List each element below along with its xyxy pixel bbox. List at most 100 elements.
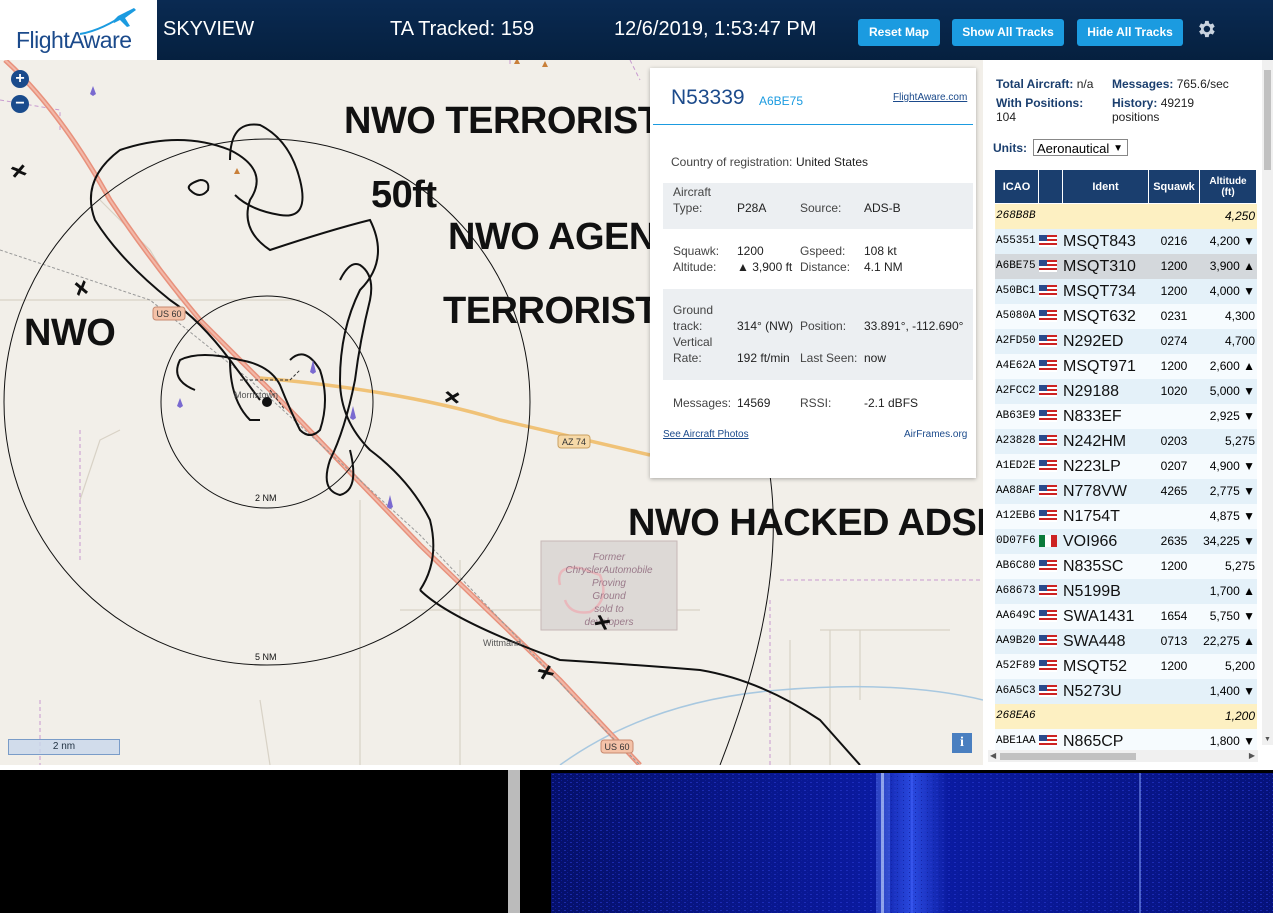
table-row[interactable]: AB6C80 N835SC 1200 5,275 — [995, 554, 1257, 579]
table-cell-flag — [1039, 454, 1059, 479]
road-shield-az74: AZ 74 — [562, 437, 586, 447]
flightaware-logo[interactable]: FlightAware — [0, 0, 157, 60]
table-row[interactable]: A23828 N242HM 0203 5,275 — [995, 429, 1257, 454]
col-header-flag[interactable] — [1039, 170, 1063, 203]
messages-stat: Messages: 765.6/sec — [1112, 77, 1229, 91]
panel-divider[interactable] — [508, 770, 520, 913]
table-cell-ident: MSQT971 — [1063, 358, 1136, 375]
table-cell-altitude: 2,775 ▼ — [1209, 484, 1255, 498]
table-row[interactable]: 268EA6 1,200 — [995, 704, 1257, 729]
table-cell-flag — [1039, 604, 1059, 629]
table-cell-flag — [1039, 304, 1059, 329]
table-cell-flag — [1039, 579, 1059, 604]
table-cell-squawk: 1200 — [1160, 659, 1188, 673]
range-ring-label-5nm: 5 NM — [255, 652, 277, 662]
map-info-button[interactable]: i — [952, 733, 972, 753]
zoom-out-button[interactable]: − — [11, 95, 29, 113]
table-cell-squawk: 2635 — [1160, 534, 1188, 548]
horizontal-scroll-thumb[interactable] — [1000, 753, 1136, 760]
us-flag-icon — [1039, 585, 1057, 597]
table-row[interactable]: AA9B20 SWA448 0713 22,275 ▲ — [995, 629, 1257, 654]
table-cell-icao: A2FD50 — [996, 335, 1036, 347]
table-row[interactable]: AB63E9 N833EF 2,925 ▼ — [995, 404, 1257, 429]
table-row[interactable]: 0D07F6 VOI966 2635 34,225 ▼ — [995, 529, 1257, 554]
table-row[interactable]: A52F89 MSQT52 1200 5,200 — [995, 654, 1257, 679]
units-select[interactable]: Aeronautical ▼ — [1033, 139, 1128, 156]
table-cell-altitude: 4,700 — [1224, 334, 1255, 348]
table-cell-squawk: 1200 — [1160, 559, 1188, 573]
table-cell-altitude: 5,000 ▼ — [1209, 384, 1255, 398]
table-row[interactable]: 268B8B 4,250 — [995, 204, 1257, 229]
gspeed-value: 108 kt — [864, 244, 897, 258]
total-aircraft-label: Total Aircraft: — [996, 77, 1074, 91]
table-cell-squawk: 0216 — [1160, 234, 1188, 248]
scroll-left-icon[interactable]: ◀ — [990, 751, 996, 760]
us-flag-icon — [1039, 485, 1057, 497]
table-row[interactable]: A50BC1 MSQT734 1200 4,000 ▼ — [995, 279, 1257, 304]
hide-all-tracks-button[interactable]: Hide All Tracks — [1077, 19, 1183, 46]
type-label-line1: Aircraft — [673, 185, 712, 199]
table-row[interactable]: AA88AF N778VW 4265 2,775 ▼ — [995, 479, 1257, 504]
table-cell-icao: AA9B20 — [996, 635, 1036, 647]
aircraft-photos-link[interactable]: See Aircraft Photos — [663, 429, 749, 440]
gear-icon[interactable] — [1195, 18, 1217, 40]
col-header-squawk[interactable]: Squawk — [1149, 170, 1200, 203]
history-label: History: — [1112, 96, 1158, 110]
col-header-altitude[interactable]: Altitude (ft) — [1200, 170, 1257, 203]
scroll-right-icon[interactable]: ▶ — [1249, 751, 1255, 760]
table-cell-ident: MSQT632 — [1063, 308, 1136, 325]
table-row[interactable]: A4E62A MSQT971 1200 2,600 ▲ — [995, 354, 1257, 379]
squawk-label: Squawk: — [673, 244, 720, 258]
table-row[interactable]: A55351 MSQT843 0216 4,200 ▼ — [995, 229, 1257, 254]
table-row[interactable]: A12EB6 N1754T 4,875 ▼ — [995, 504, 1257, 529]
total-aircraft-value: n/a — [1076, 77, 1094, 91]
svg-text:ChryslerAutomobile: ChryslerAutomobile — [565, 565, 653, 576]
table-row[interactable]: A68673 N5199B 1,700 ▲ — [995, 579, 1257, 604]
messages-value: 14569 — [737, 396, 771, 410]
table-cell-ident: SWA448 — [1063, 633, 1126, 650]
table-cell-squawk: 1020 — [1160, 384, 1188, 398]
overlay-annotation-2: 50ft — [371, 174, 437, 216]
table-row[interactable]: AA649C SWA1431 1654 5,750 ▼ — [995, 604, 1257, 629]
track-label-line1: Ground — [673, 303, 714, 317]
table-cell-altitude: 4,250 — [1224, 209, 1255, 223]
col-header-ident[interactable]: Ident — [1063, 170, 1149, 203]
table-cell-icao: A55351 — [996, 235, 1036, 247]
table-cell-flag — [1039, 404, 1059, 429]
scroll-down-icon[interactable]: ▼ — [1264, 736, 1271, 743]
town-label-wittmann: Wittmann — [483, 638, 521, 648]
reset-map-button[interactable]: Reset Map — [858, 19, 940, 46]
show-all-tracks-button[interactable]: Show All Tracks — [952, 19, 1064, 46]
table-cell-icao: 0D07F6 — [996, 535, 1036, 547]
flightaware-link[interactable]: FlightAware.com — [893, 92, 967, 103]
table-cell-altitude: 22,275 ▲ — [1203, 634, 1255, 648]
table-cell-altitude: 3,900 ▲ — [1209, 259, 1255, 273]
tracked-count: TA Tracked: 159 — [390, 18, 535, 40]
table-cell-altitude: 1,400 ▼ — [1209, 684, 1255, 698]
table-row[interactable]: A6BE75 MSQT310 1200 3,900 ▲ — [995, 254, 1257, 279]
road-shield-us60: US 60 — [156, 309, 181, 319]
table-cell-altitude: 5,275 — [1224, 559, 1255, 573]
vertical-scroll-thumb[interactable] — [1264, 70, 1271, 170]
table-row[interactable]: A1ED2E N223LP 0207 4,900 ▼ — [995, 454, 1257, 479]
table-row[interactable]: A2FD50 N292ED 0274 4,700 — [995, 329, 1257, 354]
table-cell-ident: N778VW — [1063, 483, 1128, 500]
table-cell-icao: AA649C — [996, 610, 1036, 622]
sidebar-horizontal-scrollbar[interactable]: ◀ ▶ — [988, 750, 1258, 762]
table-row[interactable]: A2FCC2 N29188 1020 5,000 ▼ — [995, 379, 1257, 404]
table-cell-ident: N1754T — [1063, 508, 1120, 525]
logo-text: FlightAware — [16, 27, 132, 53]
col-header-icao[interactable]: ICAO — [995, 170, 1039, 203]
airframes-link[interactable]: AirFrames.org — [904, 429, 967, 440]
sidebar-vertical-scrollbar[interactable]: ▼ — [1262, 60, 1273, 745]
history-unit: positions — [1112, 110, 1160, 124]
table-cell-icao: A6A5C3 — [996, 685, 1036, 697]
country-label: Country of registration: — [671, 155, 793, 169]
table-cell-ident: MSQT843 — [1063, 233, 1136, 250]
selected-aircraft-marker[interactable] — [262, 397, 272, 407]
table-cell-altitude: 4,000 ▼ — [1209, 284, 1255, 298]
table-row[interactable]: A6A5C3 N5273U 1,400 ▼ — [995, 679, 1257, 704]
table-cell-icao: AB6C80 — [996, 560, 1036, 572]
zoom-in-button[interactable]: + — [11, 70, 29, 88]
table-row[interactable]: A5080A MSQT632 0231 4,300 — [995, 304, 1257, 329]
